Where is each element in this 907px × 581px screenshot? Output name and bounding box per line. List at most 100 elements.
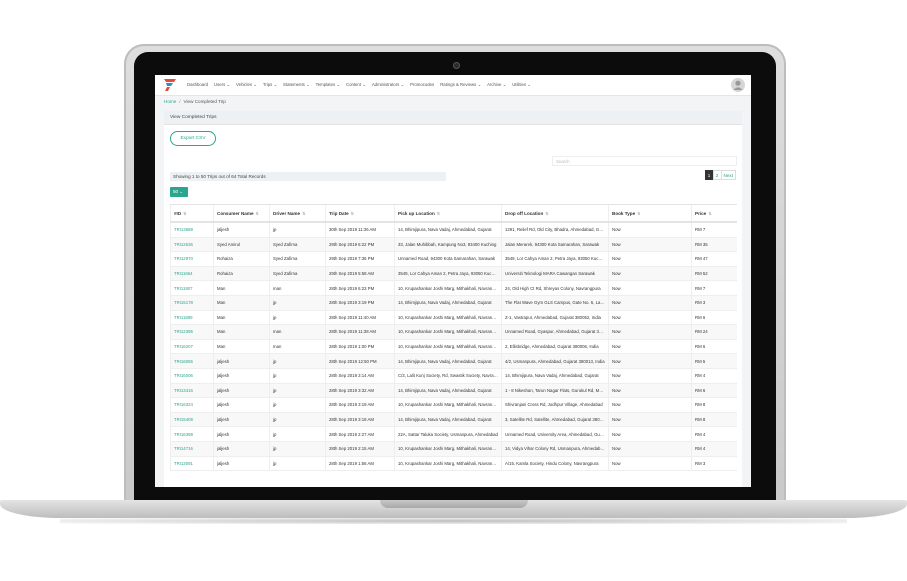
table-cell: Syed Zafirna: [269, 266, 326, 282]
sort-icon[interactable]: ⇅: [256, 211, 259, 216]
trip-id-link[interactable]: TRI11899: [170, 310, 214, 326]
table-cell: 10, Krupashankar Joshi Marg, Mithakhali,…: [394, 456, 502, 472]
table-cell: Now: [608, 251, 692, 267]
user-avatar-icon[interactable]: [731, 78, 745, 92]
nav-item[interactable]: Dashboard: [187, 82, 208, 88]
breadcrumb-home-link[interactable]: Home: [164, 99, 176, 104]
table-cell: 1 - 8 Nikeshan, Tarun Nagar Flats, Guruk…: [501, 383, 609, 399]
app-logo-icon[interactable]: [163, 79, 176, 91]
trip-id-link[interactable]: TRI14716: [170, 441, 214, 457]
table-cell: Unnamed Road, Gyaspur, Ahmedabad, Gujara…: [501, 324, 609, 340]
table-cell: jp: [269, 412, 326, 428]
column-header[interactable]: Drop off Location ⇅: [501, 204, 609, 223]
trip-id-link[interactable]: TRI11907: [170, 280, 214, 296]
column-header[interactable]: Pick up Location ⇅: [394, 204, 502, 223]
table-cell: RM 52: [691, 266, 737, 282]
sort-icon[interactable]: ⇅: [708, 211, 711, 216]
table-cell: Now: [608, 280, 692, 296]
column-header[interactable]: Price ⇅: [691, 204, 737, 223]
table-cell: jp: [269, 222, 326, 238]
column-header-label: Driver Name: [273, 210, 301, 216]
next-page-button[interactable]: Next: [720, 170, 736, 180]
table-cell: 28th Sep 2019 3:32 AM: [325, 383, 395, 399]
table-cell: 29th Sep 2019 5:58 AM: [325, 266, 395, 282]
table-cell: jaljesh: [213, 383, 270, 399]
trip-id-link[interactable]: TRI13091: [170, 456, 214, 472]
nav-item[interactable]: Statements ⌄: [283, 82, 310, 88]
sort-icon[interactable]: ⇅: [437, 211, 440, 216]
trip-id-link[interactable]: TRI12970: [170, 251, 214, 267]
nav-item[interactable]: Utilities ⌄: [512, 82, 531, 88]
nav-item[interactable]: Administrators ⌄: [372, 82, 404, 88]
table-cell: Unnamed Road, 94300 Kota Samarahan, Sara…: [394, 251, 502, 267]
trip-id-link[interactable]: TRI15178: [170, 295, 214, 311]
nav-item[interactable]: Templates ⌄: [316, 82, 340, 88]
sort-icon[interactable]: ⇅: [183, 211, 186, 216]
column-header-label: Pick up Location: [398, 210, 435, 216]
table-cell: Unnamed Road, University Area, Ahmedabad…: [501, 426, 609, 442]
table-cell: RM 4: [691, 368, 737, 384]
trip-id-link[interactable]: TRI16398: [170, 426, 214, 442]
table-cell: 28th Sep 2019 6:23 PM: [325, 280, 395, 296]
table-cell: 28th Sep 2019 3:19 AM: [325, 397, 395, 413]
trip-id-link[interactable]: TRI11664: [170, 266, 214, 282]
table-row: TRI16006 jaljesh jp 28th Sep 2019 3:14 AM C/…: [170, 368, 737, 384]
sort-icon[interactable]: ⇅: [637, 211, 640, 216]
table-cell: jp: [269, 295, 326, 311]
column-header[interactable]: Driver Name ⇅: [269, 204, 326, 223]
table-cell: Now: [608, 456, 692, 472]
table-cell: Now: [608, 383, 692, 399]
table-cell: 10, Krupashankar Joshi Marg, Mithakhali,…: [394, 339, 502, 355]
table-cell: 33, Jalan Muhibbah, Kampung No3, 93400 K…: [394, 237, 502, 253]
records-summary: Showing 1 to 50 Trips out of 64 Total Re…: [170, 172, 446, 181]
table-cell: Now: [608, 310, 692, 326]
webcam-icon: [453, 62, 460, 69]
nav-item[interactable]: Archive ⌄: [487, 82, 506, 88]
table-cell: 28th Sep 2019 12:50 PM: [325, 353, 395, 369]
trip-id-link[interactable]: TRI12395: [170, 324, 214, 340]
sort-icon[interactable]: ⇅: [302, 211, 305, 216]
table-row: TRI16324 jaljesh jp 28th Sep 2019 3:19 AM 10…: [170, 397, 737, 413]
trip-id-link[interactable]: TRI12636: [170, 237, 214, 253]
sort-icon[interactable]: ⇅: [545, 211, 548, 216]
trip-id-link[interactable]: TRI13688: [170, 222, 214, 238]
table-cell: RM 7: [691, 280, 737, 296]
table-cell: 29th Sep 2019 6:22 PM: [325, 237, 395, 253]
column-header[interactable]: Trip Date ⇅: [325, 204, 395, 223]
column-header[interactable]: #ID ⇅: [170, 204, 214, 223]
nav-item[interactable]: Content ⌄: [346, 82, 366, 88]
table-cell: jaljesh: [213, 222, 270, 238]
search-input[interactable]: Search: [552, 156, 737, 166]
column-header-label: Trip Date: [329, 210, 349, 216]
table-cell: jaljesh: [213, 412, 270, 428]
nav-item[interactable]: Users ⌄: [214, 82, 230, 88]
sort-icon[interactable]: ⇅: [351, 211, 354, 216]
table-cell: Now: [608, 426, 692, 442]
laptop-shadow: [60, 518, 847, 524]
table-cell: Universiti Teknologi MARA Cawangan Saraw…: [501, 266, 609, 282]
table-cell: 28th Sep 2019 3:18 AM: [325, 412, 395, 428]
table-cell: 24, Old High Ct Rd, Shreyas Colony, Navr…: [501, 280, 609, 296]
table-row: TRI16065 jaljesh jp 28th Sep 2019 12:50 PM 1…: [170, 353, 737, 369]
nav-item[interactable]: Promocodes: [410, 82, 434, 88]
trip-id-link[interactable]: TRI16207: [170, 339, 214, 355]
per-page-select[interactable]: 50 ⌄: [170, 187, 188, 197]
trip-id-link[interactable]: TRI16006: [170, 368, 214, 384]
trip-id-link[interactable]: TRI16065: [170, 353, 214, 369]
table-cell: Jalan Merarek, 94300 Kota Samarahan, Sar…: [501, 237, 609, 253]
trip-id-link[interactable]: TRI15409: [170, 412, 214, 428]
table-cell: 28th Sep 2019 11:40 AM: [325, 310, 395, 326]
nav-item[interactable]: Trips ⌄: [263, 82, 277, 88]
table-cell: 3549, Lor Cahya Aman 2, Petra Jaya, 9305…: [394, 266, 502, 282]
table-cell: RM 7: [691, 222, 737, 238]
export-csv-button[interactable]: Export CSV: [170, 131, 216, 146]
nav-item[interactable]: Ratings & Reviews ⌄: [440, 82, 481, 88]
trip-id-link[interactable]: TRI13416: [170, 383, 214, 399]
table-cell: 4/2, Usmanpura, Ahmedabad, Gujarat 38001…: [501, 353, 609, 369]
column-header[interactable]: Book Type ⇅: [608, 204, 692, 223]
column-header-label: Price: [695, 210, 707, 216]
trip-id-link[interactable]: TRI16324: [170, 397, 214, 413]
table-cell: 28th Sep 2019 2:27 AM: [325, 426, 395, 442]
column-header[interactable]: Consumer Name ⇅: [213, 204, 270, 223]
nav-item[interactable]: Vehicles ⌄: [236, 82, 257, 88]
